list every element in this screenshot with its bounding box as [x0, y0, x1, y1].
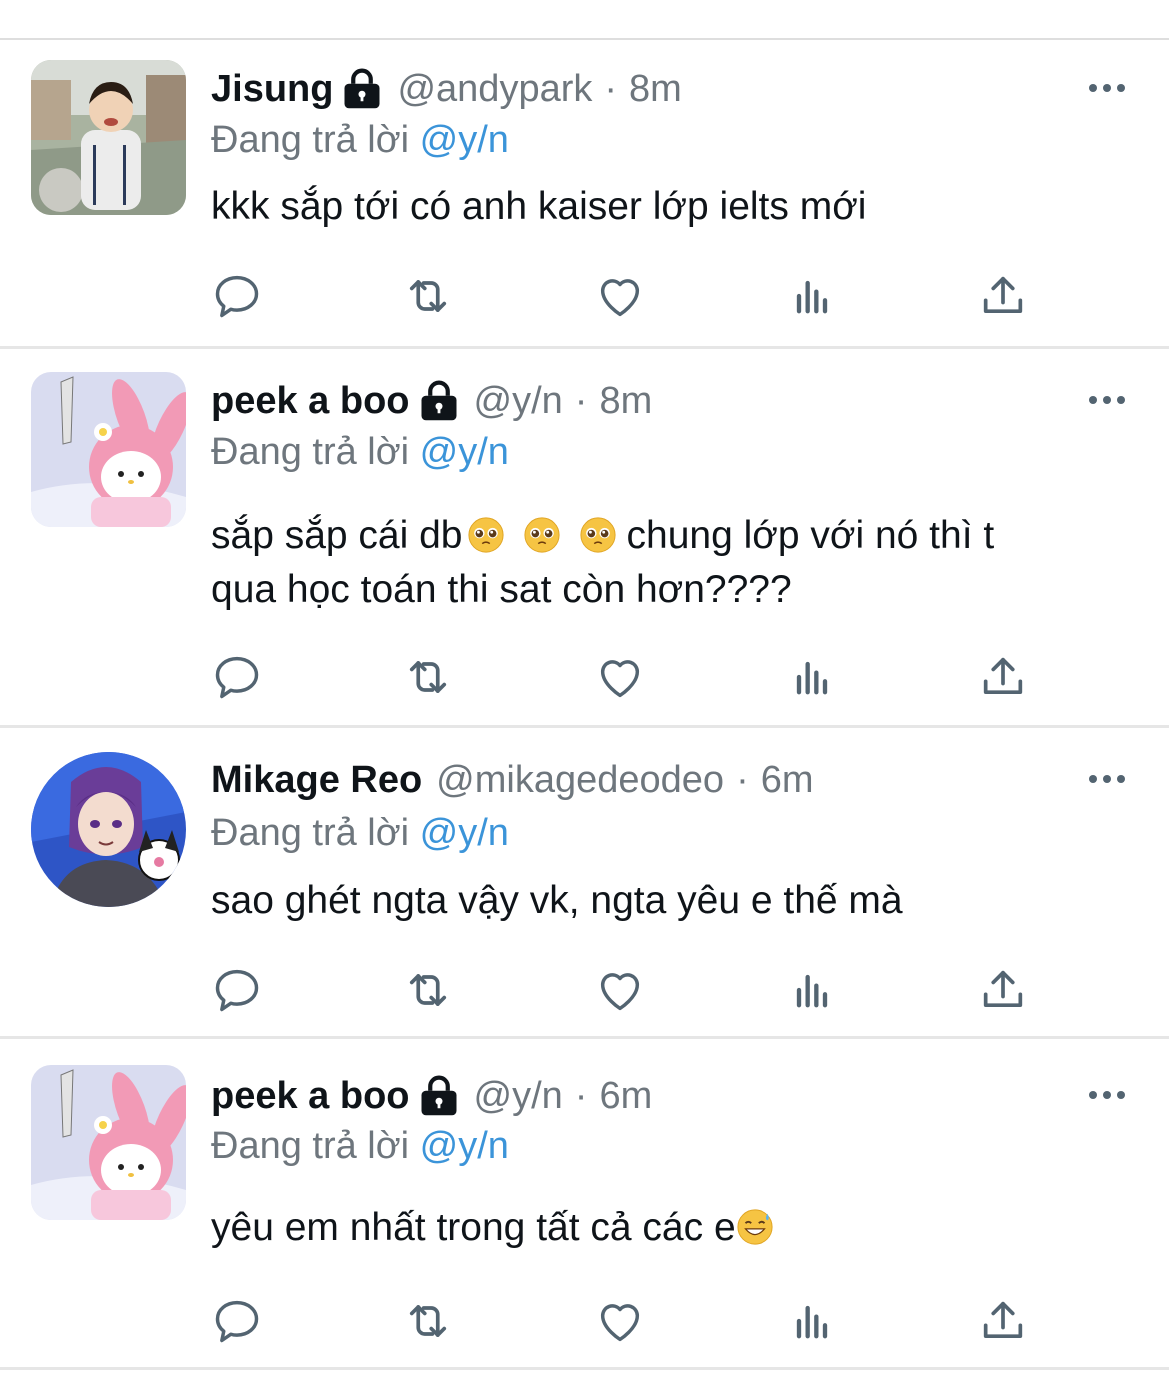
- avatar[interactable]: [31, 752, 186, 907]
- display-name[interactable]: Mikage Reo: [211, 755, 422, 805]
- analytics-icon[interactable]: [782, 647, 842, 707]
- more-icon[interactable]: [1087, 1083, 1127, 1107]
- timestamp[interactable]: 8m: [599, 376, 652, 426]
- retweet-icon[interactable]: [398, 1291, 458, 1351]
- tweet-actions: [0, 1291, 1169, 1351]
- replying-mention[interactable]: @y/n: [420, 812, 509, 854]
- replying-prefix: Đang trả lời: [211, 119, 410, 161]
- replying-mention[interactable]: @y/n: [420, 431, 509, 473]
- retweet-icon[interactable]: [398, 960, 458, 1020]
- grinning-sweat-emoji: [736, 1208, 774, 1246]
- lock-icon: [418, 1075, 460, 1117]
- analytics-icon[interactable]: [782, 266, 842, 326]
- timestamp[interactable]: 8m: [629, 64, 682, 114]
- tweet[interactable]: peek a boo @y/n · 6m Đang trả lời @y/n y…: [0, 1039, 1169, 1370]
- anime-character-avatar: [31, 752, 186, 907]
- analytics-icon[interactable]: [782, 960, 842, 1020]
- avatar[interactable]: [31, 372, 186, 527]
- display-name[interactable]: peek a boo: [211, 376, 410, 426]
- timestamp[interactable]: 6m: [599, 1071, 652, 1121]
- tweet-text: yêu em nhất trong tất cả các e: [211, 1201, 1111, 1255]
- tweet-header: peek a boo @y/n · 6m: [211, 1071, 652, 1121]
- tweet-actions: [0, 647, 1169, 707]
- pleading-face-emoji: [523, 516, 561, 554]
- tweet[interactable]: peek a boo @y/n · 8m Đang trả lời @y/n s…: [0, 349, 1169, 728]
- retweet-icon[interactable]: [398, 647, 458, 707]
- tweet-actions: [0, 960, 1169, 1020]
- replying-to: Đang trả lời @y/n: [211, 117, 509, 163]
- tweet-text-line: yêu em nhất trong tất cả các e: [211, 1206, 736, 1249]
- more-icon[interactable]: [1087, 76, 1127, 100]
- timestamp[interactable]: 6m: [761, 755, 814, 805]
- share-icon[interactable]: [973, 960, 1033, 1020]
- avatar[interactable]: [31, 60, 186, 215]
- share-icon[interactable]: [973, 647, 1033, 707]
- separator: ·: [736, 759, 749, 801]
- tweet-text: kkk sắp tới có anh kaiser lớp ielts mới: [211, 180, 1111, 234]
- child-photo-avatar: [31, 60, 186, 215]
- tweet-header: peek a boo @y/n · 8m: [211, 376, 652, 426]
- replying-prefix: Đang trả lời: [211, 1125, 410, 1167]
- share-icon[interactable]: [973, 266, 1033, 326]
- tweet-text: sắp sắp cái db chung lớp với nó thì t qua…: [211, 509, 1111, 617]
- replying-mention[interactable]: @y/n: [420, 1125, 509, 1167]
- pleading-face-emoji: [467, 516, 505, 554]
- avatar[interactable]: [31, 1065, 186, 1220]
- lock-icon: [418, 380, 460, 422]
- pleading-face-emoji: [579, 516, 617, 554]
- analytics-icon[interactable]: [782, 1291, 842, 1351]
- user-handle[interactable]: @y/n: [474, 1071, 563, 1121]
- tweet-text-line: qua học toán thi sat còn hơn????: [211, 568, 792, 611]
- share-icon[interactable]: [973, 1291, 1033, 1351]
- replying-to: Đang trả lời @y/n: [211, 429, 509, 475]
- reply-icon[interactable]: [207, 266, 267, 326]
- user-handle[interactable]: @andypark: [397, 64, 592, 114]
- tweet-text-line: sao ghét ngta vậy vk, ngta yêu e thế mà: [211, 879, 903, 922]
- like-icon[interactable]: [590, 647, 650, 707]
- tweet-text-line: kkk sắp tới có anh kaiser lớp ielts mới: [211, 185, 867, 228]
- retweet-icon[interactable]: [398, 266, 458, 326]
- tweet-header: Mikage Reo @mikagedeodeo · 6m: [211, 755, 814, 805]
- replying-prefix: Đang trả lời: [211, 431, 410, 473]
- lock-icon: [341, 68, 383, 110]
- display-name[interactable]: peek a boo: [211, 1071, 410, 1121]
- tweet-text-part: sắp sắp cái db: [211, 514, 463, 557]
- reply-icon[interactable]: [207, 1291, 267, 1351]
- tweet-header: Jisung @andypark · 8m: [211, 64, 682, 114]
- replying-mention[interactable]: @y/n: [420, 119, 509, 161]
- replying-prefix: Đang trả lời: [211, 812, 410, 854]
- user-handle[interactable]: @mikagedeodeo: [436, 755, 724, 805]
- replying-to: Đang trả lời @y/n: [211, 810, 509, 856]
- separator: ·: [604, 68, 618, 110]
- separator: ·: [574, 1075, 588, 1117]
- tweet[interactable]: Mikage Reo @mikagedeodeo · 6m Đang trả l…: [0, 728, 1169, 1039]
- user-handle[interactable]: @y/n: [474, 376, 563, 426]
- replying-to: Đang trả lời @y/n: [211, 1123, 509, 1169]
- my-melody-avatar: [31, 1065, 186, 1220]
- separator: ·: [574, 380, 588, 422]
- tweet-text: sao ghét ngta vậy vk, ngta yêu e thế mà: [211, 874, 1111, 928]
- more-icon[interactable]: [1087, 767, 1127, 791]
- tweet[interactable]: Jisung @andypark · 8m Đang trả lời @y/n …: [0, 40, 1169, 349]
- like-icon[interactable]: [590, 266, 650, 326]
- tweet-actions: [0, 266, 1169, 326]
- reply-icon[interactable]: [207, 960, 267, 1020]
- like-icon[interactable]: [590, 960, 650, 1020]
- reply-icon[interactable]: [207, 647, 267, 707]
- more-icon[interactable]: [1087, 388, 1127, 412]
- tweet-text-part: chung lớp với nó thì t: [626, 514, 995, 557]
- my-melody-avatar: [31, 372, 186, 527]
- display-name[interactable]: Jisung: [211, 64, 333, 114]
- like-icon[interactable]: [590, 1291, 650, 1351]
- top-bar: [0, 0, 1169, 40]
